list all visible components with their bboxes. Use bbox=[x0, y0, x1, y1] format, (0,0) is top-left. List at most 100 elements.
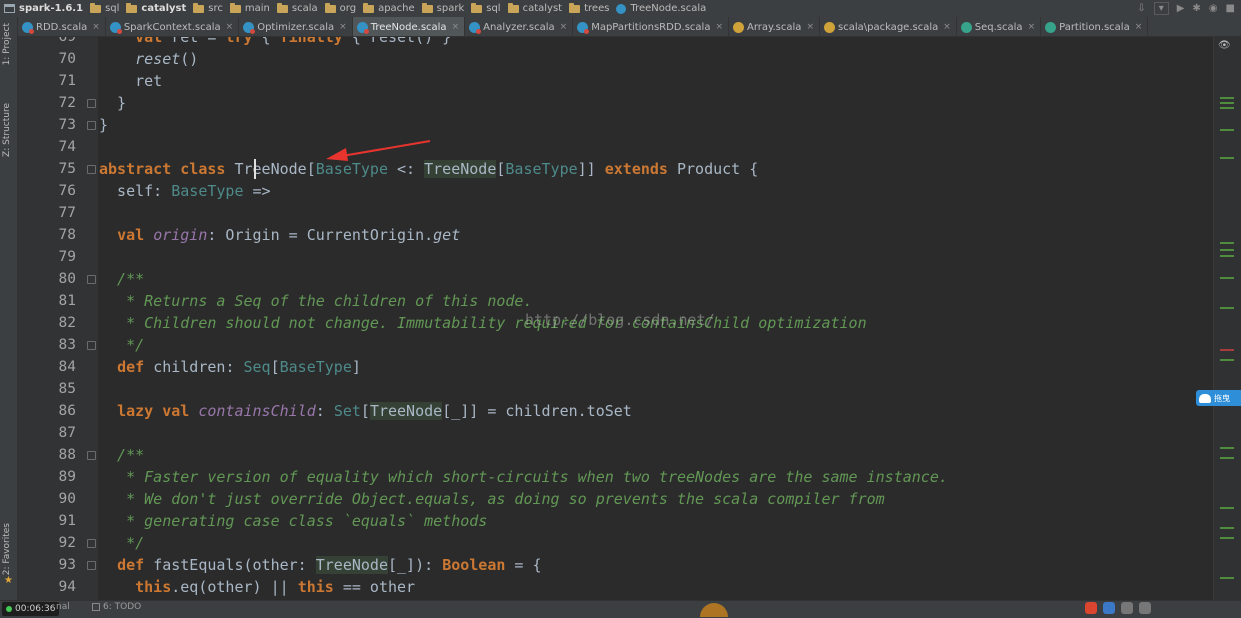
change-marker[interactable] bbox=[1220, 277, 1234, 279]
breadcrumb-item[interactable]: sql bbox=[86, 2, 122, 14]
editor-tab[interactable]: MapPartitionsRDD.scala × bbox=[573, 17, 729, 36]
editor-tab[interactable]: Seq.scala × bbox=[957, 17, 1042, 36]
editor-tab[interactable]: Optimizer.scala × bbox=[239, 17, 353, 36]
code-token: : bbox=[225, 358, 244, 376]
code-token: val bbox=[135, 37, 163, 46]
editor-tab[interactable]: Partition.scala × bbox=[1041, 17, 1149, 36]
breadcrumb-label: sql bbox=[105, 3, 120, 14]
code-line: def children: Seq[BaseType] bbox=[99, 356, 361, 378]
folder-icon bbox=[90, 2, 102, 13]
breadcrumb-item[interactable]: TreeNode.scala bbox=[612, 3, 709, 14]
change-marker[interactable] bbox=[1220, 307, 1234, 309]
code-token: : bbox=[315, 402, 334, 420]
fold-marker-icon[interactable] bbox=[87, 561, 96, 570]
change-marker[interactable] bbox=[1220, 107, 1234, 109]
run-icon[interactable]: ▶ bbox=[1177, 3, 1185, 14]
close-icon[interactable]: × bbox=[560, 22, 568, 32]
project-tool-tab[interactable]: 1: Project bbox=[2, 23, 12, 65]
eye-icon[interactable]: 👁 bbox=[1218, 40, 1231, 51]
close-icon[interactable]: × bbox=[943, 22, 951, 32]
fold-marker-icon[interactable] bbox=[87, 341, 96, 350]
folder-icon bbox=[126, 2, 138, 13]
fold-marker-icon[interactable] bbox=[87, 121, 96, 130]
code-token: */ bbox=[99, 336, 145, 354]
code-line: ret bbox=[99, 70, 162, 92]
change-marker[interactable] bbox=[1220, 359, 1234, 361]
coverage-icon[interactable]: ◉ bbox=[1209, 3, 1218, 14]
change-marker[interactable] bbox=[1220, 249, 1234, 251]
close-icon[interactable]: × bbox=[806, 22, 814, 32]
change-marker[interactable] bbox=[1220, 255, 1234, 257]
line-number: 89 bbox=[58, 469, 76, 485]
breadcrumb-item[interactable]: sql bbox=[467, 2, 503, 14]
code-token: [_]] = children.toSet bbox=[442, 402, 632, 420]
close-icon[interactable]: × bbox=[339, 22, 347, 32]
close-icon[interactable]: × bbox=[1028, 22, 1036, 32]
fold-marker-icon[interactable] bbox=[87, 451, 96, 460]
close-icon[interactable]: × bbox=[226, 22, 234, 32]
change-marker[interactable] bbox=[1220, 129, 1234, 131]
breadcrumb-item[interactable]: catalyst bbox=[504, 2, 566, 14]
code-token: try bbox=[225, 37, 253, 46]
code-line: val ret = try { finally { reset() } bbox=[99, 37, 451, 48]
editor-tab[interactable]: Analyzer.scala × bbox=[465, 17, 574, 36]
change-marker[interactable] bbox=[1220, 102, 1234, 104]
breadcrumb-item[interactable]: spark bbox=[418, 2, 468, 14]
breadcrumb-item[interactable]: catalyst bbox=[122, 2, 189, 14]
close-icon[interactable]: × bbox=[715, 22, 723, 32]
code-line: def fastEquals(other: TreeNode[_]): Bool… bbox=[99, 554, 542, 576]
input-method-icon[interactable] bbox=[1085, 602, 1097, 614]
breadcrumb-item[interactable]: scala bbox=[273, 2, 321, 14]
line-number: 88 bbox=[58, 447, 76, 463]
editor-tab[interactable]: RDD.scala × bbox=[18, 17, 106, 36]
change-marker[interactable] bbox=[1220, 507, 1234, 509]
build-icon[interactable]: ⇩ bbox=[1137, 3, 1145, 14]
change-marker[interactable] bbox=[1220, 447, 1234, 449]
language-icon[interactable] bbox=[1103, 602, 1115, 614]
side-share-widget[interactable]: 拖曳 bbox=[1196, 390, 1241, 406]
close-icon[interactable]: × bbox=[1135, 22, 1143, 32]
breadcrumb-item[interactable]: trees bbox=[565, 2, 612, 14]
breadcrumb-item[interactable]: main bbox=[226, 2, 273, 14]
editor-tab[interactable]: Array.scala × bbox=[729, 17, 820, 36]
settings-icon[interactable] bbox=[1139, 602, 1151, 614]
change-marker[interactable] bbox=[1220, 97, 1234, 99]
breadcrumb-item[interactable]: org bbox=[321, 2, 359, 14]
run-config-dropdown[interactable]: ▾ bbox=[1153, 2, 1169, 15]
editor-tab[interactable]: TreeNode.scala × bbox=[352, 17, 466, 36]
breadcrumb-item[interactable]: spark-1.6.1 bbox=[0, 3, 86, 14]
code-line: this.eq(other) || this == other bbox=[99, 576, 415, 598]
code-token: self: bbox=[99, 182, 172, 200]
line-number: 92 bbox=[58, 535, 76, 551]
breadcrumb-item[interactable]: src bbox=[189, 2, 226, 14]
terminal-tool-tab[interactable]: nal bbox=[56, 602, 70, 612]
close-icon[interactable]: × bbox=[92, 22, 100, 32]
change-marker[interactable] bbox=[1220, 157, 1234, 159]
change-marker[interactable] bbox=[1220, 457, 1234, 459]
stop-icon[interactable]: ■ bbox=[1226, 3, 1235, 14]
structure-tool-tab[interactable]: Z: Structure bbox=[2, 103, 12, 157]
change-marker[interactable] bbox=[1220, 577, 1234, 579]
editor-tab[interactable]: SparkContext.scala × bbox=[106, 17, 240, 36]
change-marker[interactable] bbox=[1220, 527, 1234, 529]
favorites-tool-tab[interactable]: 2: Favorites bbox=[2, 523, 12, 575]
debug-icon[interactable]: ✱ bbox=[1192, 3, 1200, 14]
error-marker[interactable] bbox=[1220, 349, 1234, 351]
change-marker[interactable] bbox=[1220, 537, 1234, 539]
close-icon[interactable]: × bbox=[452, 22, 460, 32]
todo-tool-tab[interactable]: 6: TODO bbox=[92, 602, 141, 612]
fold-marker-icon[interactable] bbox=[87, 275, 96, 284]
change-marker[interactable] bbox=[1220, 242, 1234, 244]
code-line: val origin: Origin = CurrentOrigin.get bbox=[99, 224, 460, 246]
star-icon: ★ bbox=[4, 575, 13, 586]
fold-marker-icon[interactable] bbox=[87, 539, 96, 548]
editor-tab[interactable]: scala\package.scala × bbox=[820, 17, 957, 36]
keyboard-icon[interactable] bbox=[1121, 602, 1133, 614]
code-token: finally bbox=[279, 37, 343, 46]
fold-marker-icon[interactable] bbox=[87, 165, 96, 174]
trait-file-icon bbox=[1045, 21, 1057, 33]
code-token: [_]): bbox=[388, 556, 443, 574]
fold-marker-icon[interactable] bbox=[87, 99, 96, 108]
breadcrumb-item[interactable]: apache bbox=[359, 2, 418, 14]
